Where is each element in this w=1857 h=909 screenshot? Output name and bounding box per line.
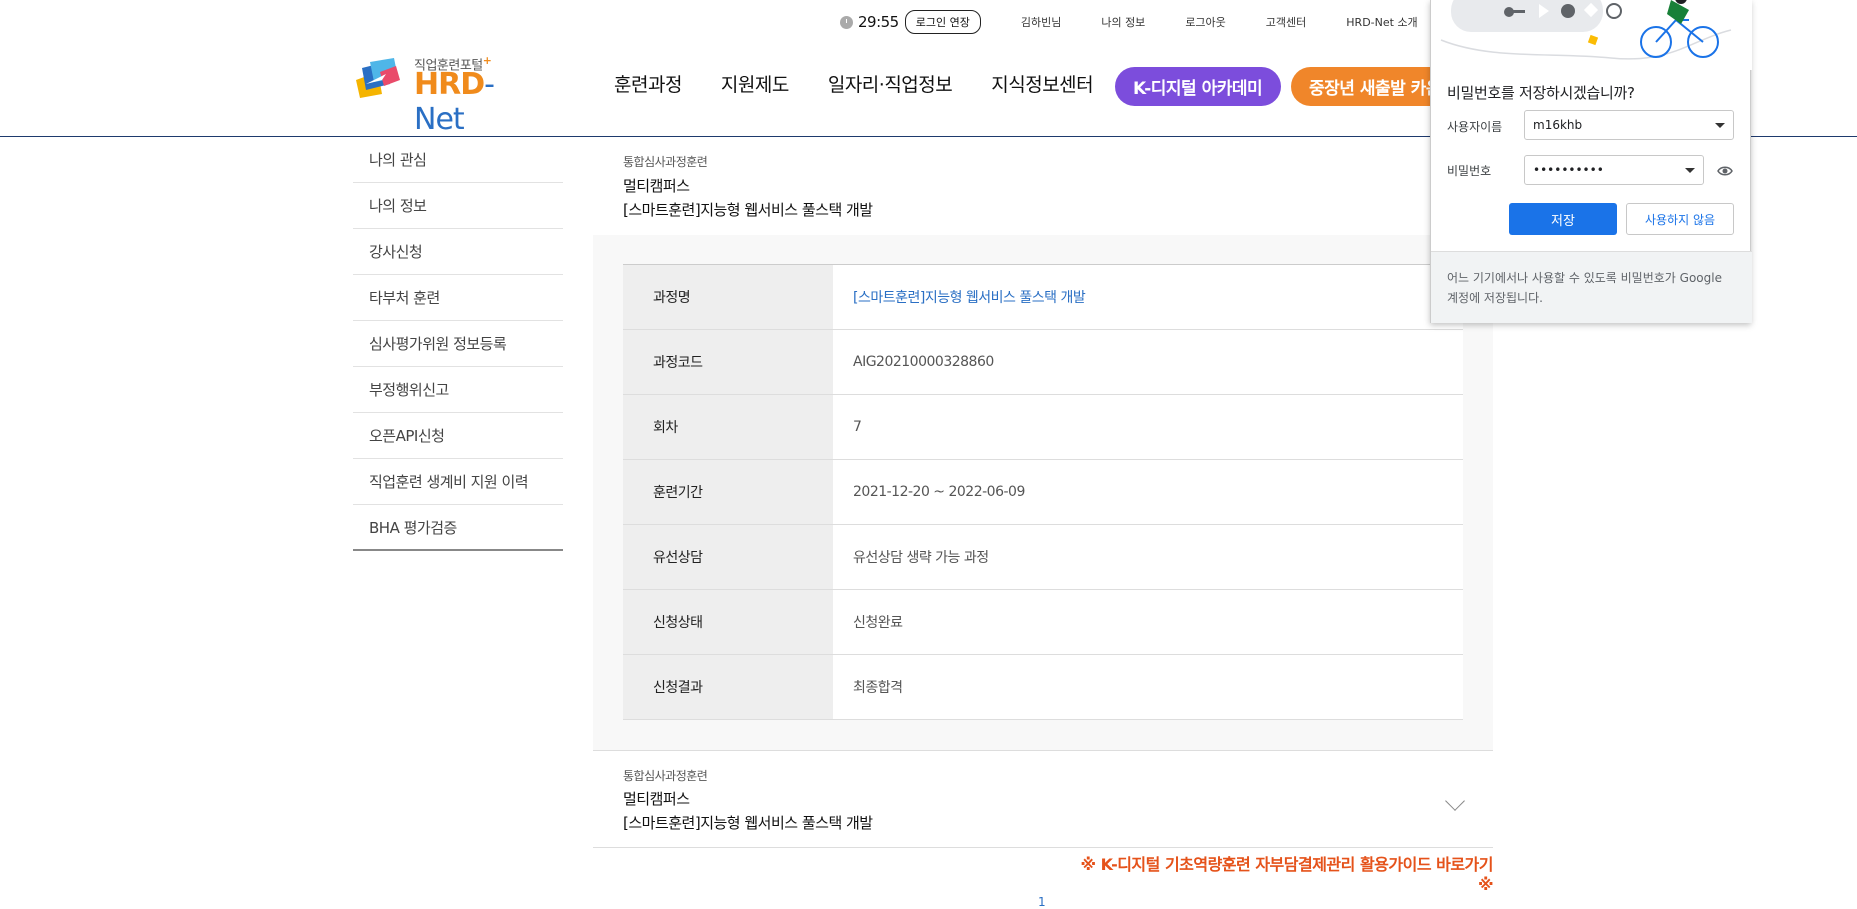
detail-value: 7: [833, 395, 1463, 459]
course-name-link[interactable]: [스마트훈련]지능형 웹서비스 풀스택 개발: [833, 265, 1463, 329]
course-block-header[interactable]: 통합심사과정훈련 멀티캠퍼스 [스마트훈련]지능형 웹서비스 풀스택 개발: [593, 137, 1493, 235]
save-password-button[interactable]: 저장: [1509, 203, 1617, 235]
detail-key: 신청상태: [623, 590, 833, 654]
hrd-net-logo[interactable]: 직업훈련포털+ HRD- Net: [352, 52, 547, 137]
detail-key: 회차: [623, 395, 833, 459]
timer-value: 29:55: [858, 13, 899, 31]
logout-link[interactable]: 로그아웃: [1185, 14, 1225, 30]
course-block-header[interactable]: 통합심사과정훈련 멀티캠퍼스 [스마트훈련]지능형 웹서비스 풀스택 개발: [593, 751, 1493, 847]
nav-item-training-courses[interactable]: 훈련과정: [614, 70, 682, 97]
popup-footer-note: 어느 기기에서나 사용할 수 있도록 비밀번호가 Google 계정에 저장됩니…: [1431, 251, 1752, 323]
my-info-link[interactable]: 나의 정보: [1101, 14, 1145, 30]
pagination-current[interactable]: 1: [1038, 895, 1046, 909]
block-divider: [593, 847, 1493, 848]
username-value: m16khb: [1533, 118, 1583, 132]
logo-wordmark: HRD- Net: [414, 67, 495, 137]
username-field[interactable]: m16khb: [1524, 110, 1734, 140]
sidebar-item-my-info[interactable]: 나의 정보: [353, 183, 563, 229]
password-label: 비밀번호: [1447, 164, 1492, 178]
table-row: 과정코드 AIG20210000328860: [623, 330, 1463, 395]
nav-item-knowledge-center[interactable]: 지식정보센터: [991, 70, 1093, 97]
main-nav: 훈련과정 지원제도 일자리·직업정보 지식정보센터: [614, 70, 1094, 97]
save-password-question: 비밀번호를 저장하시겠습니까?: [1447, 84, 1635, 102]
table-row: 신청결과 최종합격: [623, 655, 1463, 720]
detail-key: 과정명: [623, 265, 833, 329]
course-category: 통합심사과정훈련: [623, 769, 708, 783]
detail-value: 2021-12-20 ~ 2022-06-09: [833, 460, 1463, 524]
k-digital-academy-button[interactable]: K-디지털 아카데미: [1115, 67, 1281, 106]
user-name-link[interactable]: 김하빈님: [1021, 14, 1061, 30]
course-title: [스마트훈련]지능형 웹서비스 풀스택 개발: [623, 814, 873, 832]
table-row: 훈련기간 2021-12-20 ~ 2022-06-09: [623, 460, 1463, 525]
customer-center-link[interactable]: 고객센터: [1266, 14, 1306, 30]
eye-icon[interactable]: [1717, 163, 1733, 179]
course-title: [스마트훈련]지능형 웹서비스 풀스택 개발: [623, 201, 873, 219]
table-row: 과정명 [스마트훈련]지능형 웹서비스 풀스택 개발: [623, 265, 1463, 330]
k-digital-guide-link[interactable]: ※ K-디지털 기초역량훈련 자부담결제관리 활용가이드 바로가기※: [1080, 851, 1493, 894]
sidebar-item-instructor-apply[interactable]: 강사신청: [353, 229, 563, 275]
course-detail-table: 과정명 [스마트훈련]지능형 웹서비스 풀스택 개발 과정코드 AIG20210…: [623, 264, 1463, 720]
password-illustration-icon: [1431, 0, 1752, 70]
sidebar-item-living-support-history[interactable]: 직업훈련 생계비 지원 이력: [353, 459, 563, 505]
utility-bar: 29:55 로그인 연장 김하빈님 나의 정보 로그아웃 고객센터 HRD-Ne…: [840, 10, 1418, 34]
chevron-down-icon: [1685, 168, 1695, 173]
nav-item-support-system[interactable]: 지원제도: [721, 70, 789, 97]
course-org: 멀티캠퍼스: [623, 790, 690, 808]
password-value: ••••••••••: [1533, 163, 1604, 177]
detail-key: 훈련기간: [623, 460, 833, 524]
clock-icon: [840, 15, 853, 29]
sidebar-item-misconduct-report[interactable]: 부정행위신고: [353, 367, 563, 413]
detail-key: 신청결과: [623, 655, 833, 719]
table-row: 유선상담 유선상담 생략 가능 과정: [623, 525, 1463, 590]
never-save-button[interactable]: 사용하지 않음: [1626, 203, 1734, 235]
detail-key: 유선상담: [623, 525, 833, 589]
about-link[interactable]: HRD-Net 소개: [1346, 14, 1417, 30]
sidebar-item-my-interest[interactable]: 나의 관심: [353, 137, 563, 183]
sidebar-menu: 나의 관심 나의 정보 강사신청 타부처 훈련 심사평가위원 정보등록 부정행위…: [353, 137, 563, 551]
logo-mark-icon: [356, 58, 400, 98]
sidebar-item-bha-evaluation[interactable]: BHA 평가검증: [353, 505, 563, 551]
table-row: 신청상태 신청완료: [623, 590, 1463, 655]
course-org: 멀티캠퍼스: [623, 177, 690, 195]
detail-value: 유선상담 생략 가능 과정: [833, 525, 1463, 589]
table-row: 회차 7: [623, 395, 1463, 460]
nav-item-job-info[interactable]: 일자리·직업정보: [828, 70, 953, 97]
sidebar-item-open-api[interactable]: 오픈API신청: [353, 413, 563, 459]
save-password-popup: 비밀번호를 저장하시겠습니까? 사용자이름 m16khb 비밀번호 ••••••…: [1430, 0, 1752, 323]
sidebar-item-evaluator-register[interactable]: 심사평가위원 정보등록: [353, 321, 563, 367]
detail-key: 과정코드: [623, 330, 833, 394]
extend-login-button[interactable]: 로그인 연장: [904, 10, 981, 34]
session-timer: 29:55: [840, 13, 899, 31]
detail-value: AIG20210000328860: [833, 330, 1463, 394]
username-label: 사용자이름: [1447, 120, 1503, 134]
chevron-down-icon: [1715, 123, 1725, 128]
course-category: 통합심사과정훈련: [623, 155, 708, 169]
sidebar-item-other-ministry-training[interactable]: 타부처 훈련: [353, 275, 563, 321]
detail-value: 최종합격: [833, 655, 1463, 719]
password-field[interactable]: ••••••••••: [1524, 155, 1704, 185]
detail-value: 신청완료: [833, 590, 1463, 654]
